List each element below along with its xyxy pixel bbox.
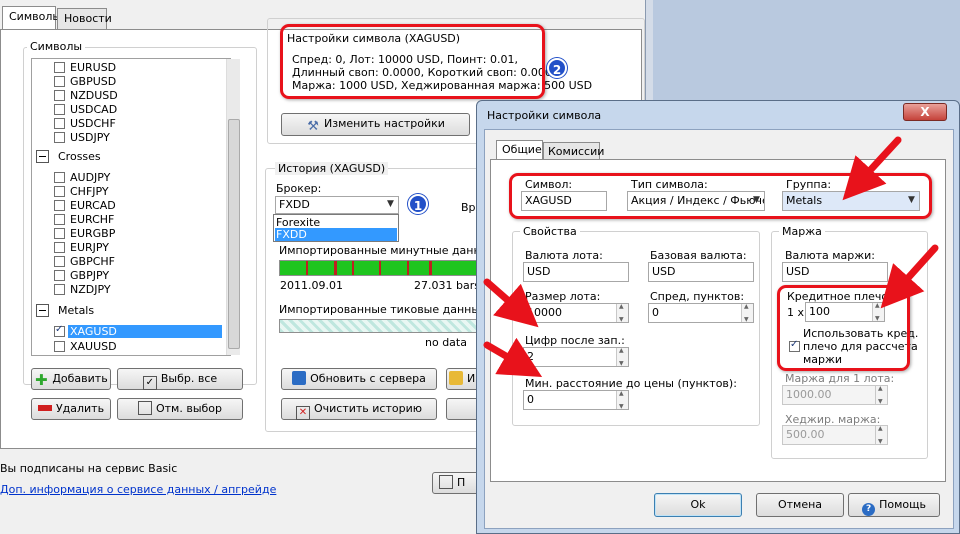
- list-item[interactable]: NZDUSD: [32, 89, 222, 103]
- broker-dropdown: Forexite FXDD: [273, 214, 399, 242]
- list-item[interactable]: CHFJPY: [32, 185, 222, 199]
- update-from-server-button[interactable]: Обновить с сервера: [281, 368, 437, 390]
- margin-per-lot-field[interactable]: 1000.00: [782, 385, 888, 405]
- list-item-selected[interactable]: XAGUSD: [32, 324, 222, 339]
- window-icon: [439, 475, 453, 489]
- margin-title: Маржа: [779, 225, 825, 238]
- delete-button[interactable]: Удалить: [31, 398, 111, 420]
- ok-button[interactable]: Ok: [654, 493, 742, 517]
- deselect-icon: [137, 401, 152, 415]
- symbol-list[interactable]: EURUSD GBPUSD NZDUSD USDCAD USDCHF USDJP…: [31, 58, 231, 356]
- lot-size-label: Размер лота:: [525, 290, 601, 303]
- data-service-info-link[interactable]: Доп. информация о сервисе данных / апгре…: [0, 483, 276, 496]
- spread-spinner[interactable]: [741, 303, 753, 323]
- digits-field[interactable]: 2: [523, 347, 629, 367]
- list-item[interactable]: GBPJPY: [32, 269, 222, 283]
- margin-per-lot-spinner[interactable]: [875, 385, 887, 405]
- tools-icon: ⚒: [307, 119, 319, 134]
- deselect-button[interactable]: Отм. выбор: [117, 398, 243, 420]
- lot-size-field[interactable]: 10000: [523, 303, 629, 323]
- group-metals[interactable]: Metals: [32, 304, 222, 318]
- help-icon: ?: [862, 503, 876, 516]
- add-button[interactable]: ✚ Добавить: [31, 368, 111, 390]
- collapse-icon[interactable]: [36, 150, 49, 163]
- minute-data-gaps: [306, 261, 432, 275]
- broker-select[interactable]: FXDD: [275, 196, 399, 214]
- margin-per-lot-label: Маржа для 1 лота:: [785, 372, 895, 385]
- server-icon: [292, 371, 307, 385]
- list-item[interactable]: EURCAD: [32, 199, 222, 213]
- clear-history-button[interactable]: ✕ Очистить историю: [281, 398, 437, 420]
- broker-label: Брокер:: [276, 182, 322, 195]
- minute-data-label: Импортированные минутные данные:: [279, 244, 500, 257]
- step-badge-1: 1: [408, 194, 428, 214]
- margin-currency-label: Валюта маржи:: [785, 249, 876, 262]
- scroll-thumb[interactable]: [228, 119, 240, 349]
- help-button[interactable]: ? Помощь: [848, 493, 940, 517]
- symbol-settings-highlight: [280, 24, 545, 99]
- change-settings-button[interactable]: ⚒ Изменить настройки: [281, 113, 470, 136]
- base-currency-field[interactable]: USD: [648, 262, 754, 282]
- list-item[interactable]: EURGBP: [32, 227, 222, 241]
- min-distance-field[interactable]: 0: [523, 390, 629, 410]
- list-item[interactable]: GBPUSD: [32, 75, 222, 89]
- tab-news[interactable]: Новости: [57, 8, 112, 29]
- minute-data-date: 2011.09.01: [280, 279, 343, 292]
- minus-icon: [37, 405, 52, 411]
- min-distance-spinner[interactable]: [616, 390, 628, 410]
- list-item[interactable]: GBPCHF: [32, 255, 222, 269]
- clear-icon: ✕: [295, 406, 310, 420]
- step-badge-2: 2: [547, 58, 567, 78]
- tab-symbols[interactable]: Символы: [2, 6, 61, 30]
- margin-currency-field[interactable]: USD: [782, 262, 888, 282]
- list-item[interactable]: USDCAD: [32, 103, 222, 117]
- checkbox-icon: ✓: [142, 376, 157, 390]
- folder-icon: [449, 371, 463, 385]
- spread-field[interactable]: 0: [648, 303, 754, 323]
- close-button[interactable]: X: [903, 103, 947, 121]
- list-item[interactable]: AUDJPY: [32, 171, 222, 185]
- list-item[interactable]: USDJPY: [32, 131, 222, 145]
- spread-label: Спред, пунктов:: [650, 290, 745, 303]
- list-item[interactable]: XAUUSD: [32, 340, 222, 354]
- broker-option-fxdd[interactable]: FXDD: [275, 228, 397, 241]
- properties-title: Свойства: [520, 225, 580, 238]
- partial-bottom-button[interactable]: П: [432, 472, 482, 494]
- cancel-button[interactable]: Отмена: [756, 493, 844, 517]
- digits-label: Цифр после зап.:: [525, 334, 625, 347]
- min-distance-label: Мин. расстояние до цены (пунктов):: [525, 377, 737, 390]
- symbol-row-highlight: [509, 173, 932, 219]
- tick-data-bar: [279, 319, 479, 333]
- group-crosses[interactable]: Crosses: [32, 150, 222, 164]
- chevron-down-icon[interactable]: ▼: [383, 199, 398, 209]
- lot-currency-field[interactable]: USD: [523, 262, 629, 282]
- select-all-button[interactable]: ✓ Выбр. все: [117, 368, 243, 390]
- subscription-status: Вы подписаны на сервис Basic: [0, 462, 178, 475]
- plus-icon: ✚: [35, 371, 48, 389]
- base-currency-label: Базовая валюта:: [650, 249, 747, 262]
- list-item[interactable]: EURJPY: [32, 241, 222, 255]
- list-item[interactable]: EURUSD: [32, 61, 222, 75]
- digits-spinner[interactable]: [616, 347, 628, 367]
- lot-size-spinner[interactable]: [616, 303, 628, 323]
- history-title: История (XAGUSD): [275, 162, 389, 175]
- collapse-icon[interactable]: [36, 304, 49, 317]
- tab-general[interactable]: Общие: [496, 140, 543, 160]
- symbols-group-title: Символы: [27, 40, 86, 53]
- minute-data-bar: [279, 260, 479, 276]
- tick-data-status: no data: [425, 336, 467, 349]
- hedged-margin-field[interactable]: 500.00: [782, 425, 888, 445]
- list-item[interactable]: USDCHF: [32, 117, 222, 131]
- tab-commissions[interactable]: Комиссии: [543, 142, 604, 160]
- list-item[interactable]: NZDJPY: [32, 283, 222, 297]
- dialog-title: Настройки символа: [487, 109, 602, 122]
- leverage-highlight: [777, 285, 910, 371]
- list-item[interactable]: EURCHF: [32, 213, 222, 227]
- minute-data-bars: 27.031 bars: [414, 279, 480, 292]
- lot-currency-label: Валюта лота:: [525, 249, 603, 262]
- hedged-margin-spinner[interactable]: [875, 425, 887, 445]
- list-scrollbar[interactable]: [226, 59, 240, 355]
